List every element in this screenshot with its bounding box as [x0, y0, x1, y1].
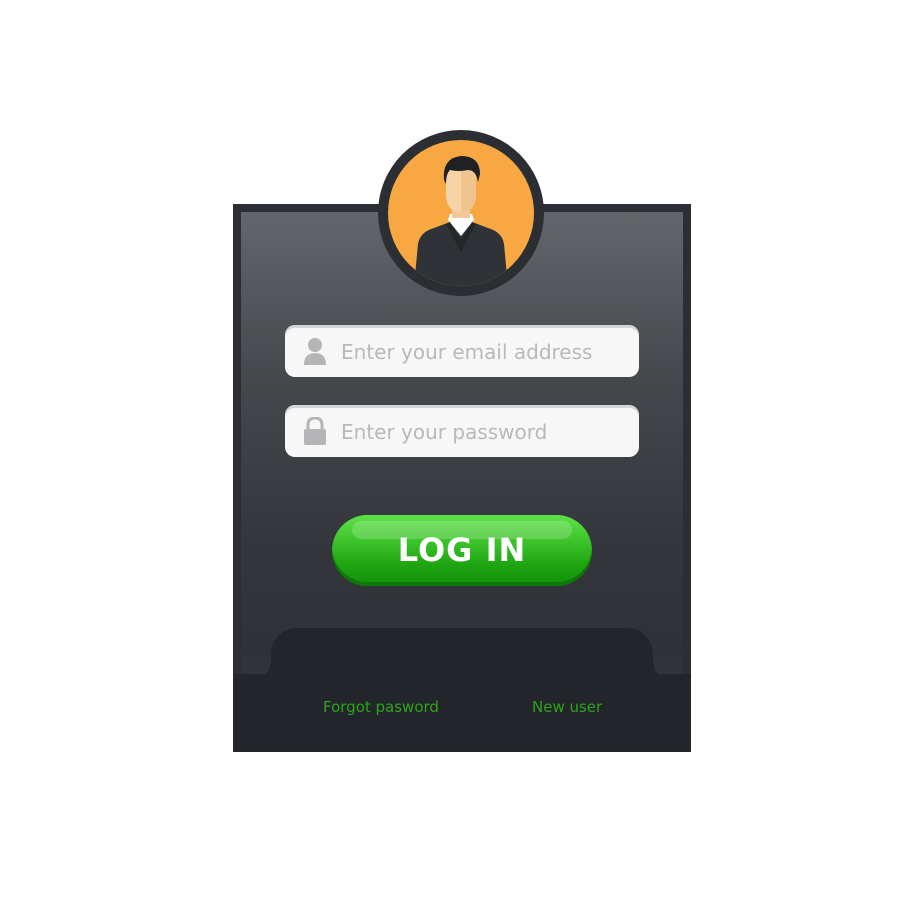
- card-footer: [233, 674, 691, 752]
- lock-icon: [303, 416, 327, 445]
- user-avatar-icon: [388, 140, 534, 286]
- login-button[interactable]: LOG IN: [332, 515, 592, 586]
- email-input[interactable]: [341, 331, 626, 373]
- password-field-box: [285, 405, 639, 457]
- forgot-password-link[interactable]: Forgot pasword: [323, 698, 439, 716]
- login-button-label: LOG IN: [397, 531, 527, 569]
- password-input[interactable]: [341, 411, 626, 453]
- login-screen: LOG IN Forgot pasword New user: [0, 0, 924, 924]
- user-icon: [303, 337, 327, 365]
- email-field-box: [285, 325, 639, 377]
- new-user-link[interactable]: New user: [532, 698, 602, 716]
- user-avatar: [378, 130, 544, 296]
